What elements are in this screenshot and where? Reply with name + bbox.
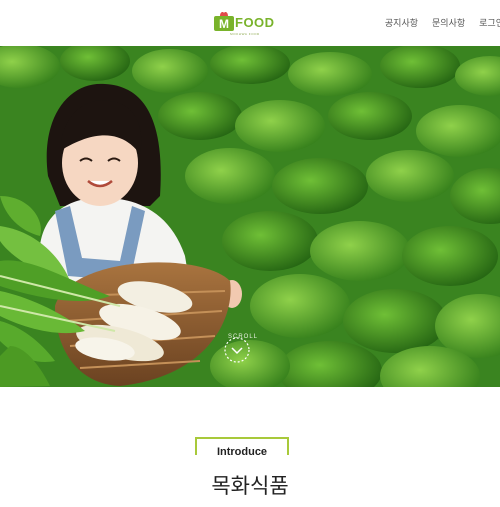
nav-notice[interactable]: 공지사항 [385, 16, 418, 29]
hero-banner: SCROLL [0, 46, 500, 387]
section-label: Introduce [195, 437, 289, 458]
main-nav: 공지사항 문의사항 로그인 [385, 16, 500, 29]
logo[interactable]: M FOOD MOKHWA FOOD [213, 8, 277, 38]
scroll-down-icon [224, 337, 250, 363]
nav-login[interactable]: 로그인 [479, 16, 500, 29]
site-header: M FOOD MOKHWA FOOD 공지사항 문의사항 로그인 [0, 0, 500, 46]
scroll-indicator[interactable]: SCROLL [223, 334, 263, 363]
logo-text: FOOD [235, 15, 275, 30]
logo-mark-icon: M [214, 12, 234, 31]
logo-letter: M [219, 17, 229, 31]
section-title: 목화식품 [211, 474, 289, 498]
introduce-section: Introduce 목화식품 [0, 387, 500, 507]
logo-subtitle: MOKHWA FOOD [230, 32, 260, 36]
nav-inquiry[interactable]: 문의사항 [432, 16, 465, 29]
